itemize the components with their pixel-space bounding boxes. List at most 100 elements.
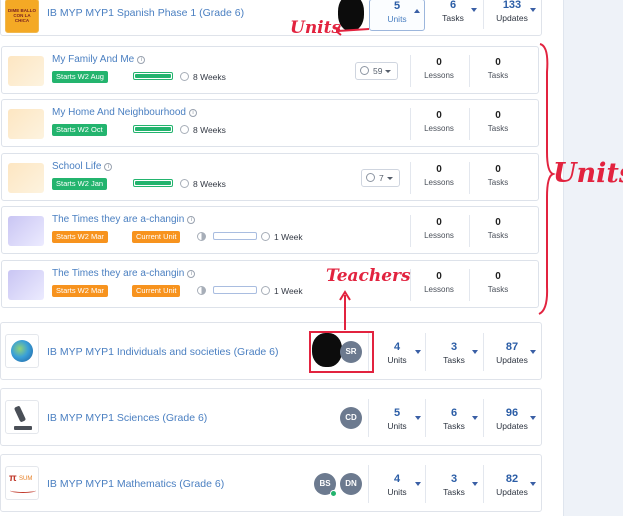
- lessons-label: Lessons: [424, 178, 454, 187]
- unit-title[interactable]: My Home And Neighbourhood i: [52, 107, 197, 118]
- chevron-down-icon: [472, 416, 478, 420]
- course-card-sciences[interactable]: IB MYP MYP1 Sciences (Grade 6) CD 5 Unit…: [0, 388, 542, 446]
- course-card-spanish[interactable]: DIME BALLO CON LA CHICA IB MYP MYP1 Span…: [0, 0, 542, 36]
- unit-lessons-stat[interactable]: 0 Lessons: [411, 164, 467, 189]
- course-updates-stat[interactable]: 96 Updates: [484, 407, 540, 432]
- lessons-count: 0: [436, 57, 442, 68]
- course-updates-stat[interactable]: 87 Updates: [484, 341, 540, 366]
- clock-icon: [261, 232, 270, 241]
- course-title[interactable]: IB MYP MYP1 Spanish Phase 1 (Grade 6): [47, 7, 244, 19]
- unit-card[interactable]: My Home And Neighbourhood i Starts W2 Oct…: [1, 99, 539, 147]
- lessons-label: Lessons: [424, 231, 454, 240]
- annotation-arrow-right: [336, 25, 370, 36]
- tasks-label: Tasks: [487, 231, 509, 240]
- progress-bar: [133, 72, 173, 80]
- tasks-label: Tasks: [487, 178, 509, 187]
- math-symbols-icon: π: [9, 473, 17, 484]
- course-units-stat[interactable]: 5 Units: [369, 407, 425, 432]
- online-status-dot: [330, 490, 337, 497]
- annotation-units-side: Units: [553, 158, 623, 189]
- chevron-up-icon: [414, 9, 420, 13]
- unit-title[interactable]: The Times they are a-changin i: [52, 214, 196, 225]
- course-title[interactable]: IB MYP MYP1 Mathematics (Grade 6): [47, 478, 224, 490]
- units-label: Units: [387, 14, 407, 24]
- unit-card[interactable]: The Times they are a-changin i Starts W2 …: [1, 260, 539, 308]
- info-icon[interactable]: i: [104, 163, 113, 171]
- current-unit-badge: Current Unit: [132, 231, 181, 243]
- right-panel: [563, 0, 623, 516]
- tasks-count: 0: [495, 217, 501, 228]
- course-units-stat[interactable]: 5 Units: [369, 0, 425, 31]
- course-thumb-text: SUM: [19, 476, 33, 482]
- lessons-count: 0: [436, 110, 442, 121]
- tasks-label: Tasks: [487, 124, 509, 133]
- clock-icon: [261, 286, 270, 295]
- course-title[interactable]: IB MYP MYP1 Individuals and societies (G…: [47, 346, 279, 358]
- unit-card[interactable]: The Times they are a-changin i Starts W2 …: [1, 206, 539, 254]
- pie-progress-icon: [197, 232, 206, 241]
- course-updates-stat[interactable]: 133 Updates: [484, 0, 540, 24]
- chevron-down-icon: [415, 482, 421, 486]
- unit-card[interactable]: My Family And Me i Starts W2 Aug 8 Weeks …: [1, 46, 539, 94]
- progress-bar: [213, 232, 257, 240]
- info-icon[interactable]: i: [137, 56, 146, 64]
- unit-title[interactable]: School Life i: [52, 161, 113, 172]
- unit-duration: 8 Weeks: [193, 72, 226, 82]
- course-units-stat[interactable]: 4 Units: [369, 341, 425, 366]
- unit-tasks-stat[interactable]: 0 Tasks: [470, 164, 526, 189]
- unit-title-text: The Times they are a-changin: [52, 214, 185, 225]
- resources-dropdown[interactable]: 7: [361, 169, 400, 187]
- units-label: Units: [387, 487, 407, 497]
- course-tasks-stat[interactable]: 6 Tasks: [425, 0, 481, 24]
- clock-icon: [180, 72, 189, 81]
- unit-title[interactable]: My Family And Me i: [52, 54, 146, 65]
- unit-tasks-stat[interactable]: 0 Tasks: [470, 217, 526, 242]
- start-badge: Starts W2 Jan: [52, 178, 108, 190]
- updates-label: Updates: [496, 421, 528, 431]
- unit-thumbnail: [8, 163, 44, 193]
- teacher-avatar[interactable]: CD: [340, 407, 362, 429]
- chevron-down-icon: [530, 350, 536, 354]
- course-tasks-stat[interactable]: 3 Tasks: [426, 341, 482, 366]
- annotation-teachers: Teachers: [326, 266, 411, 286]
- course-tasks-stat[interactable]: 6 Tasks: [426, 407, 482, 432]
- chevron-down-icon: [415, 416, 421, 420]
- unit-tasks-stat[interactable]: 0 Tasks: [470, 110, 526, 135]
- chevron-down-icon: [530, 482, 536, 486]
- unit-lessons-stat[interactable]: 0 Lessons: [411, 110, 467, 135]
- info-icon[interactable]: i: [187, 216, 196, 224]
- stack-icon: [360, 66, 369, 75]
- course-card-mathematics[interactable]: π SUM IB MYP MYP1 Mathematics (Grade 6) …: [0, 454, 542, 512]
- course-title[interactable]: IB MYP MYP1 Sciences (Grade 6): [47, 412, 207, 424]
- unit-tasks-stat[interactable]: 0 Tasks: [470, 57, 526, 82]
- info-icon[interactable]: i: [188, 109, 197, 117]
- unit-title[interactable]: The Times they are a-changin i: [52, 268, 196, 279]
- unit-tasks-stat[interactable]: 0 Tasks: [470, 271, 526, 296]
- start-badge: Starts W2 Aug: [52, 71, 108, 83]
- resources-count: 7: [379, 173, 384, 183]
- resources-dropdown[interactable]: 59: [355, 62, 399, 80]
- unit-card[interactable]: School Life i Starts W2 Jan 8 Weeks 7 0 Le…: [1, 153, 539, 201]
- unit-title-text: My Home And Neighbourhood: [52, 107, 186, 118]
- start-badge: Starts W2 Mar: [52, 231, 108, 243]
- lessons-label: Lessons: [424, 124, 454, 133]
- chevron-down-icon: [471, 8, 477, 12]
- annotation-units-top: Units: [290, 18, 342, 38]
- course-card-individuals-societies[interactable]: IB MYP MYP1 Individuals and societies (G…: [0, 322, 542, 380]
- unit-duration: 1 Week: [274, 232, 303, 242]
- course-updates-stat[interactable]: 82 Updates: [484, 473, 540, 498]
- microscope-base: [14, 426, 32, 430]
- teacher-avatar[interactable]: DN: [340, 473, 362, 495]
- course-thumbnail: DIME BALLO CON LA CHICA: [5, 0, 39, 33]
- lessons-label: Lessons: [424, 285, 454, 294]
- info-icon[interactable]: i: [187, 270, 196, 278]
- unit-lessons-stat[interactable]: 0 Lessons: [411, 271, 467, 296]
- tasks-label: Tasks: [487, 71, 509, 80]
- tasks-label: Tasks: [443, 355, 465, 365]
- unit-lessons-stat[interactable]: 0 Lessons: [411, 57, 467, 82]
- unit-lessons-stat[interactable]: 0 Lessons: [411, 217, 467, 242]
- resources-count: 59: [373, 66, 383, 76]
- course-tasks-stat[interactable]: 3 Tasks: [426, 473, 482, 498]
- course-units-stat[interactable]: 4 Units: [369, 473, 425, 498]
- chevron-down-icon: [530, 8, 536, 12]
